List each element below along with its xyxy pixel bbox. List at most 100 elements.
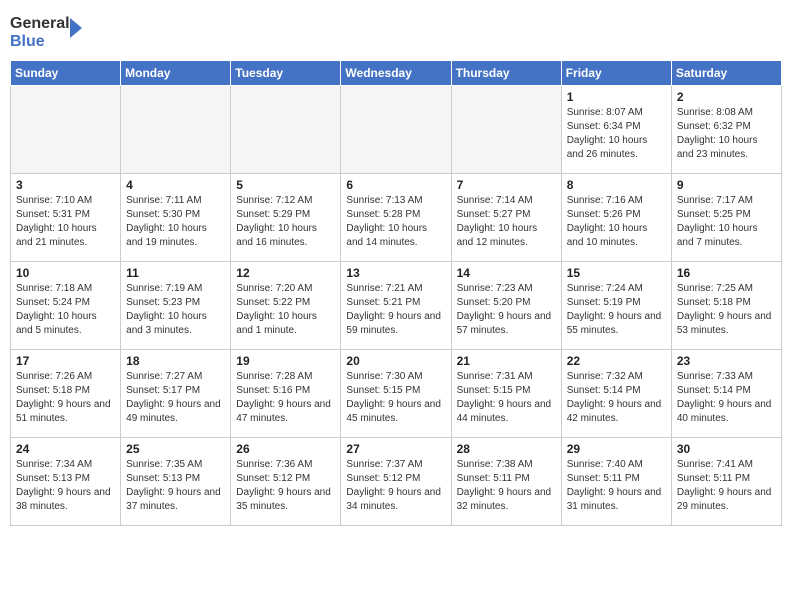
day-info: Sunrise: 7:34 AM Sunset: 5:13 PM Dayligh… [16,458,115,514]
calendar-table: SundayMondayTuesdayWednesdayThursdayFrid… [10,60,782,526]
calendar-cell: 25 Sunrise: 7:35 AM Sunset: 5:13 PM Dayli… [121,438,231,526]
day-number: 21 [457,354,556,368]
weekday-header: Saturday [671,61,781,86]
calendar-cell [121,86,231,174]
day-info: Sunrise: 7:36 AM Sunset: 5:12 PM Dayligh… [236,458,335,514]
day-number: 26 [236,442,335,456]
day-info: Sunrise: 7:11 AM Sunset: 5:30 PM Dayligh… [126,194,225,250]
weekday-header: Wednesday [341,61,451,86]
day-number: 15 [567,266,666,280]
calendar-cell: 13Sunrise: 7:21 AM Sunset: 5:21 PM Dayli… [341,262,451,350]
calendar-cell [11,86,121,174]
day-info: Sunrise: 7:30 AM Sunset: 5:15 PM Dayligh… [346,370,445,426]
day-number: 25 [126,442,225,456]
day-number: 14 [457,266,556,280]
svg-text:General: General [10,15,70,32]
calendar-cell: 9 Sunrise: 7:17 AM Sunset: 5:25 PM Daylig… [671,174,781,262]
day-number: 17 [16,354,115,368]
calendar-cell: 23 Sunrise: 7:33 AM Sunset: 5:14 PM Dayli… [671,350,781,438]
day-number: 7 [457,178,556,192]
calendar-cell: 28 Sunrise: 7:38 AM Sunset: 5:11 PM Dayli… [451,438,561,526]
day-info: Sunrise: 8:08 AM Sunset: 6:32 PM Dayligh… [677,106,776,162]
calendar-cell: 30 Sunrise: 7:41 AM Sunset: 5:11 PM Dayli… [671,438,781,526]
day-number: 18 [126,354,225,368]
calendar-cell: 15 Sunrise: 7:24 AM Sunset: 5:19 PM Dayli… [561,262,671,350]
calendar-cell: 7Sunrise: 7:14 AM Sunset: 5:27 PM Daylig… [451,174,561,262]
calendar-cell: 10 Sunrise: 7:18 AM Sunset: 5:24 PM Dayli… [11,262,121,350]
day-number: 23 [677,354,776,368]
calendar-cell: 14 Sunrise: 7:23 AM Sunset: 5:20 PM Dayli… [451,262,561,350]
day-info: Sunrise: 7:18 AM Sunset: 5:24 PM Dayligh… [16,282,115,338]
day-info: Sunrise: 7:10 AM Sunset: 5:31 PM Dayligh… [16,194,115,250]
day-info: Sunrise: 7:33 AM Sunset: 5:14 PM Dayligh… [677,370,776,426]
weekday-header: Monday [121,61,231,86]
calendar-week-row: 24 Sunrise: 7:34 AM Sunset: 5:13 PM Dayli… [11,438,782,526]
calendar-cell: 8Sunrise: 7:16 AM Sunset: 5:26 PM Daylig… [561,174,671,262]
day-number: 24 [16,442,115,456]
svg-text:Blue: Blue [10,33,45,50]
day-number: 19 [236,354,335,368]
calendar-header-row: SundayMondayTuesdayWednesdayThursdayFrid… [11,61,782,86]
day-number: 16 [677,266,776,280]
day-info: Sunrise: 7:32 AM Sunset: 5:14 PM Dayligh… [567,370,666,426]
calendar-cell: 5 Sunrise: 7:12 AM Sunset: 5:29 PM Daylig… [231,174,341,262]
day-number: 8 [567,178,666,192]
day-info: Sunrise: 7:40 AM Sunset: 5:11 PM Dayligh… [567,458,666,514]
logo-svg: GeneralBlue [10,10,90,52]
day-info: Sunrise: 7:35 AM Sunset: 5:13 PM Dayligh… [126,458,225,514]
day-info: Sunrise: 7:12 AM Sunset: 5:29 PM Dayligh… [236,194,335,250]
day-number: 5 [236,178,335,192]
calendar-cell: 1Sunrise: 8:07 AM Sunset: 6:34 PM Daylig… [561,86,671,174]
calendar-cell: 18 Sunrise: 7:27 AM Sunset: 5:17 PM Dayli… [121,350,231,438]
weekday-header: Friday [561,61,671,86]
day-info: Sunrise: 7:27 AM Sunset: 5:17 PM Dayligh… [126,370,225,426]
calendar-cell: 22Sunrise: 7:32 AM Sunset: 5:14 PM Dayli… [561,350,671,438]
day-info: Sunrise: 7:25 AM Sunset: 5:18 PM Dayligh… [677,282,776,338]
calendar-cell: 11Sunrise: 7:19 AM Sunset: 5:23 PM Dayli… [121,262,231,350]
calendar-cell: 4 Sunrise: 7:11 AM Sunset: 5:30 PM Daylig… [121,174,231,262]
weekday-header: Thursday [451,61,561,86]
day-number: 6 [346,178,445,192]
calendar-cell: 16 Sunrise: 7:25 AM Sunset: 5:18 PM Dayli… [671,262,781,350]
day-info: Sunrise: 7:24 AM Sunset: 5:19 PM Dayligh… [567,282,666,338]
day-number: 4 [126,178,225,192]
logo: GeneralBlue [10,10,90,52]
calendar-week-row: 10 Sunrise: 7:18 AM Sunset: 5:24 PM Dayli… [11,262,782,350]
page-header: GeneralBlue [10,10,782,52]
day-number: 9 [677,178,776,192]
calendar-cell: 20Sunrise: 7:30 AM Sunset: 5:15 PM Dayli… [341,350,451,438]
day-number: 28 [457,442,556,456]
calendar-cell: 17Sunrise: 7:26 AM Sunset: 5:18 PM Dayli… [11,350,121,438]
day-info: Sunrise: 7:19 AM Sunset: 5:23 PM Dayligh… [126,282,225,338]
day-info: Sunrise: 7:31 AM Sunset: 5:15 PM Dayligh… [457,370,556,426]
calendar-cell [451,86,561,174]
day-number: 12 [236,266,335,280]
day-info: Sunrise: 7:38 AM Sunset: 5:11 PM Dayligh… [457,458,556,514]
day-number: 3 [16,178,115,192]
calendar-cell: 29Sunrise: 7:40 AM Sunset: 5:11 PM Dayli… [561,438,671,526]
day-number: 10 [16,266,115,280]
day-info: Sunrise: 7:20 AM Sunset: 5:22 PM Dayligh… [236,282,335,338]
day-number: 27 [346,442,445,456]
calendar-cell: 27 Sunrise: 7:37 AM Sunset: 5:12 PM Dayli… [341,438,451,526]
calendar-cell: 2Sunrise: 8:08 AM Sunset: 6:32 PM Daylig… [671,86,781,174]
calendar-cell: 6Sunrise: 7:13 AM Sunset: 5:28 PM Daylig… [341,174,451,262]
calendar-cell: 24 Sunrise: 7:34 AM Sunset: 5:13 PM Dayli… [11,438,121,526]
day-info: Sunrise: 7:17 AM Sunset: 5:25 PM Dayligh… [677,194,776,250]
calendar-cell [231,86,341,174]
calendar-cell: 12 Sunrise: 7:20 AM Sunset: 5:22 PM Dayli… [231,262,341,350]
day-info: Sunrise: 7:23 AM Sunset: 5:20 PM Dayligh… [457,282,556,338]
day-info: Sunrise: 8:07 AM Sunset: 6:34 PM Dayligh… [567,106,666,162]
day-number: 13 [346,266,445,280]
day-number: 30 [677,442,776,456]
calendar-week-row: 3 Sunrise: 7:10 AM Sunset: 5:31 PM Daylig… [11,174,782,262]
calendar-cell: 26 Sunrise: 7:36 AM Sunset: 5:12 PM Dayli… [231,438,341,526]
day-info: Sunrise: 7:28 AM Sunset: 5:16 PM Dayligh… [236,370,335,426]
weekday-header: Sunday [11,61,121,86]
calendar-week-row: 1Sunrise: 8:07 AM Sunset: 6:34 PM Daylig… [11,86,782,174]
calendar-cell: 19 Sunrise: 7:28 AM Sunset: 5:16 PM Dayli… [231,350,341,438]
calendar-cell: 3 Sunrise: 7:10 AM Sunset: 5:31 PM Daylig… [11,174,121,262]
day-info: Sunrise: 7:41 AM Sunset: 5:11 PM Dayligh… [677,458,776,514]
calendar-week-row: 17Sunrise: 7:26 AM Sunset: 5:18 PM Dayli… [11,350,782,438]
day-info: Sunrise: 7:37 AM Sunset: 5:12 PM Dayligh… [346,458,445,514]
